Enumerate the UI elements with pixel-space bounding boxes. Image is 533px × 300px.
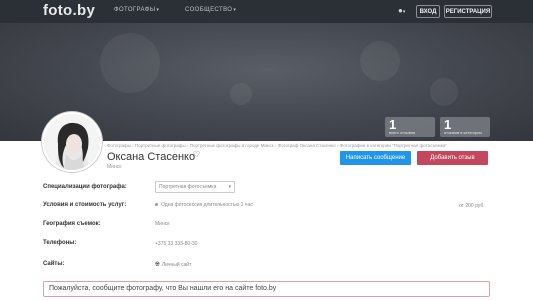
profile-city: Минск — [107, 164, 122, 170]
geography-label: География съемок: — [43, 221, 101, 227]
top-navigation-bar: foto.by ФОТОГРАФЫ▾ СООБЩЕСТВО▾ ●▾ ВХОД Р… — [0, 0, 533, 23]
register-button[interactable]: РЕГИСТРАЦИЯ — [444, 5, 492, 18]
bullet-icon — [155, 203, 158, 207]
phones-label: Телефоны: — [43, 240, 77, 246]
chevron-down-icon: ▾ — [228, 184, 231, 190]
geography-value: Минск — [155, 221, 170, 227]
personal-site-link[interactable]: 🌐︎ Личный сайт — [155, 262, 191, 269]
terms-value: Одна фотосессия длительностью 1 час — [155, 202, 253, 208]
nav-photographers[interactable]: ФОТОГРАФЫ▾ — [114, 7, 159, 13]
notice-banner: Пожалуйста, сообщите фотографу, что Вы н… — [43, 281, 490, 297]
login-button[interactable]: ВХОД — [416, 5, 440, 18]
breadcrumb[interactable]: Фотографы › Портретные фотографы › Портр… — [107, 143, 447, 148]
add-review-button[interactable]: Добавить отзыв — [417, 151, 488, 165]
sites-label: Сайты: — [43, 261, 65, 267]
favorite-heart-icon[interactable]: ♡ — [193, 150, 200, 159]
stat-category-reviews: 1 отзывов в категории — [440, 117, 490, 137]
globe-icon: 🌐︎ — [155, 262, 160, 268]
profile-name: Оксана Стасенко — [107, 151, 196, 163]
phone-value[interactable]: +375 33 333-80-30 — [155, 241, 197, 247]
write-message-button[interactable]: Написать сообщение — [340, 151, 411, 165]
terms-price: от 200 руб. — [459, 203, 485, 209]
avatar[interactable] — [42, 112, 102, 172]
site-logo[interactable]: foto.by — [43, 2, 95, 19]
specialization-select[interactable]: Портретная фотосъемка ▾ — [155, 181, 235, 193]
nav-community[interactable]: СООБЩЕСТВО▾ — [185, 7, 236, 13]
language-globe-icon[interactable]: ●▾ — [398, 6, 405, 15]
terms-label: Условия и стоимость услуг: — [43, 202, 127, 208]
stat-total-reviews: 1 всего отзывов — [385, 117, 435, 137]
specialization-label: Специализации фотографа: — [43, 184, 127, 190]
